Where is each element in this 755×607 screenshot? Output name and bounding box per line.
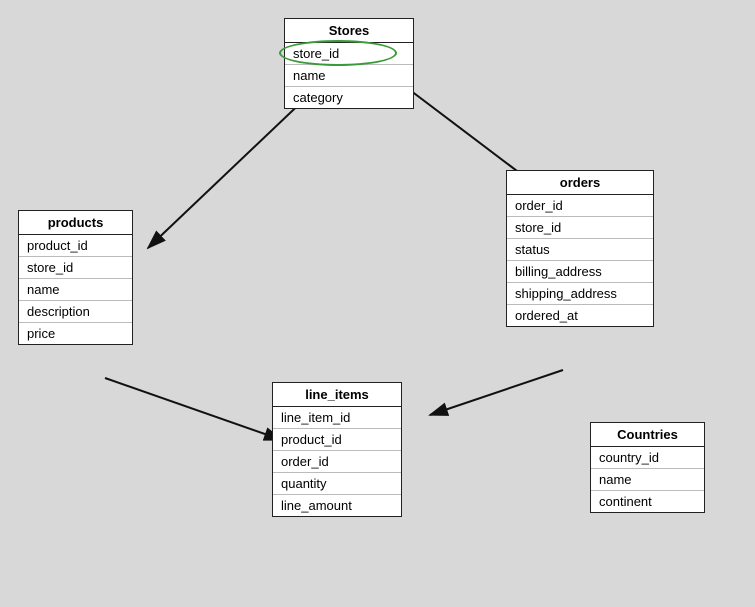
stores-field-category: category — [285, 87, 413, 108]
orders-table: orders order_id store_id status billing_… — [506, 170, 654, 327]
orders-field-shipping_address: shipping_address — [507, 283, 653, 305]
orders-field-status: status — [507, 239, 653, 261]
line-items-field-order_id: order_id — [273, 451, 401, 473]
stores-field-store_id: store_id — [285, 43, 413, 65]
line-items-table: line_items line_item_id product_id order… — [272, 382, 402, 517]
orders-field-order_id: order_id — [507, 195, 653, 217]
stores-field-name: name — [285, 65, 413, 87]
orders-field-store_id: store_id — [507, 217, 653, 239]
countries-field-country_id: country_id — [591, 447, 704, 469]
line-items-field-line_item_id: line_item_id — [273, 407, 401, 429]
countries-table: Countries country_id name continent — [590, 422, 705, 513]
products-field-store_id: store_id — [19, 257, 132, 279]
products-field-description: description — [19, 301, 132, 323]
stores-table-header: Stores — [285, 19, 413, 43]
products-field-name: name — [19, 279, 132, 301]
stores-table: Stores store_id name category — [284, 18, 414, 109]
countries-field-continent: continent — [591, 491, 704, 512]
products-table: products product_id store_id name descri… — [18, 210, 133, 345]
orders-table-header: orders — [507, 171, 653, 195]
products-field-price: price — [19, 323, 132, 344]
orders-field-billing_address: billing_address — [507, 261, 653, 283]
countries-table-header: Countries — [591, 423, 704, 447]
line-items-table-header: line_items — [273, 383, 401, 407]
line-items-field-line_amount: line_amount — [273, 495, 401, 516]
line-items-field-product_id: product_id — [273, 429, 401, 451]
products-table-header: products — [19, 211, 132, 235]
line-items-field-quantity: quantity — [273, 473, 401, 495]
countries-field-name: name — [591, 469, 704, 491]
orders-field-ordered_at: ordered_at — [507, 305, 653, 326]
products-field-product_id: product_id — [19, 235, 132, 257]
